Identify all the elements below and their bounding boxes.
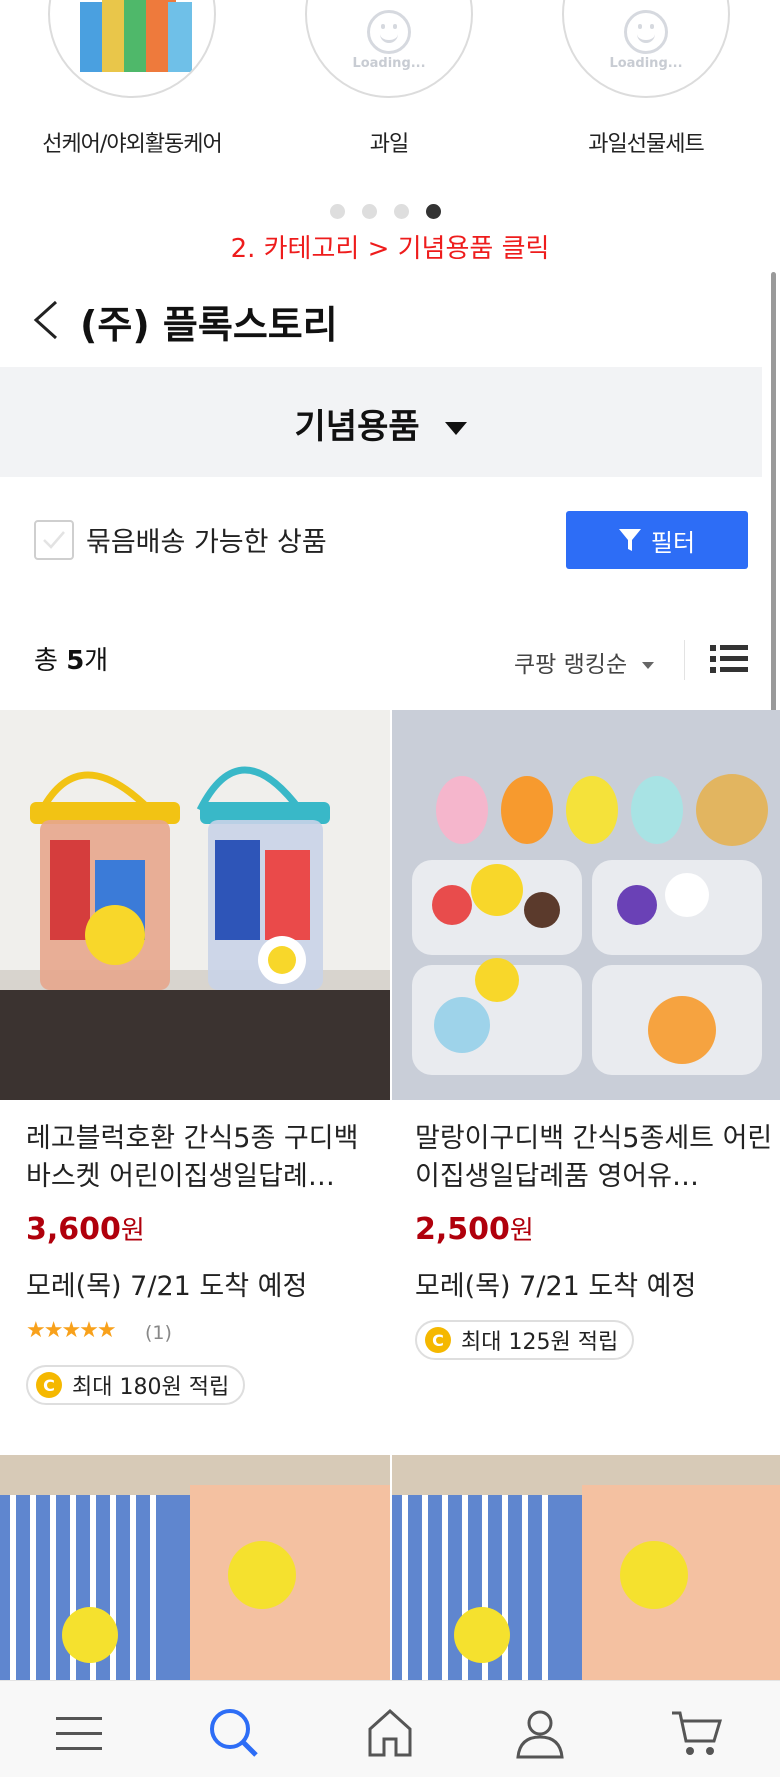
product-image[interactable] (0, 710, 390, 1100)
bundle-shipping-label: 묶음배송 가능한 상품 (86, 527, 327, 558)
product-image[interactable] (392, 1455, 780, 1680)
loading-text: Loading... (609, 56, 683, 71)
placeholder-smile-icon (367, 10, 411, 54)
caret-down-icon (445, 421, 468, 435)
bundle-shipping-checkbox[interactable] (34, 520, 74, 560)
search-icon[interactable] (206, 1705, 262, 1761)
category-label: 과일선물세트 (588, 132, 704, 157)
reward-text: 최대 180원 적립 (72, 1375, 230, 1400)
placeholder-eyes (381, 24, 397, 29)
reward-badge: C 최대 180원 적립 (26, 1365, 246, 1405)
sort-dropdown[interactable]: 쿠팡 랭킹순 (514, 645, 655, 679)
home-icon[interactable] (362, 1705, 418, 1761)
funnel-icon (618, 529, 641, 551)
delivery-info: 모레(목) 7/21 도착 예정 (26, 1271, 308, 1302)
product-name[interactable]: 말랑이구디백 간식5종세트 어린이집생일답례품 영어유… (415, 1120, 775, 1196)
category-item-fruit[interactable]: Loading... (305, 0, 473, 98)
birthday-bag-image (0, 1485, 390, 1680)
page-title: (주) 플록스토리 (80, 303, 338, 347)
bottom-navigation (0, 1680, 780, 1777)
candy-bucket-image (0, 766, 390, 1100)
coupang-cash-icon: C (425, 1327, 451, 1353)
pagination-dot[interactable] (394, 204, 409, 219)
store-header: (주) 플록스토리 (0, 280, 760, 360)
rating-stars: ★★★★★ (26, 1318, 117, 1343)
reward-badge: C 최대 125원 적립 (415, 1320, 635, 1360)
cart-icon[interactable] (668, 1705, 724, 1761)
category-label: 과일 (369, 132, 409, 157)
product-image[interactable] (392, 710, 780, 1100)
menu-icon[interactable] (52, 1705, 108, 1761)
sort-label: 쿠팡 랭킹순 (514, 652, 628, 678)
pagination-dot[interactable] (330, 204, 345, 219)
goody-bag-image (412, 774, 768, 1075)
product-thumbnail-icon (80, 0, 192, 72)
product-image[interactable] (0, 1455, 390, 1680)
category-label: 선케어/야외활동케어 (42, 132, 223, 157)
reward-text: 최대 125원 적립 (461, 1330, 619, 1355)
birthday-bag-image (392, 1485, 780, 1680)
pagination-dot[interactable] (362, 204, 377, 219)
filter-button-label: 필터 (650, 528, 696, 557)
user-icon[interactable] (512, 1705, 568, 1761)
check-icon (43, 531, 65, 549)
instruction-annotation: 2. 카테고리 > 기념용품 클릭 (230, 234, 550, 264)
divider (684, 640, 685, 680)
product-price: 2,500원 (415, 1212, 534, 1247)
category-name: 기념용품 (294, 407, 420, 447)
category-dropdown[interactable]: 기념용품 (0, 367, 762, 477)
pagination-dot-active[interactable] (426, 204, 441, 219)
delivery-info: 모레(목) 7/21 도착 예정 (415, 1271, 697, 1302)
back-arrow-icon[interactable] (32, 300, 60, 340)
product-name[interactable]: 레고블럭호환 간식5종 구디백 바스켓 어린이집생일답례… (26, 1120, 386, 1196)
caret-down-icon (642, 661, 655, 669)
placeholder-smile-icon (624, 10, 668, 54)
rating-count: (1) (145, 1322, 172, 1344)
loading-text: Loading... (352, 56, 426, 71)
placeholder-eyes (638, 24, 654, 29)
product-price: 3,600원 (26, 1212, 145, 1247)
list-view-icon[interactable] (710, 644, 748, 674)
category-item-suncare[interactable] (48, 0, 216, 98)
carousel-pagination (330, 204, 441, 219)
coupang-cash-icon: C (36, 1372, 62, 1398)
result-count: 총 5개 (34, 646, 109, 676)
category-dropdown-label: 기념용품 (0, 399, 762, 448)
filter-button[interactable]: 필터 (566, 511, 748, 569)
category-item-fruit-gift[interactable]: Loading... (562, 0, 730, 98)
